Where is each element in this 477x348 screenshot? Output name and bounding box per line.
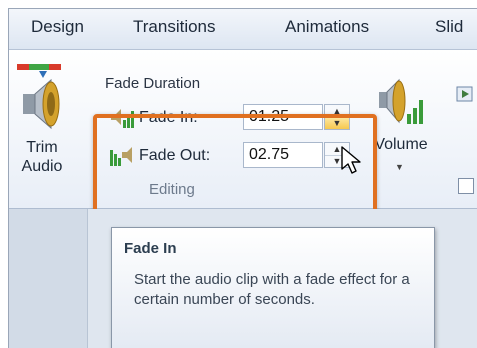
volume-label: Volume xyxy=(374,136,428,153)
trim-audio-icon xyxy=(17,64,61,130)
fade-duration-heading: Fade Duration xyxy=(105,75,201,92)
volume-icon xyxy=(379,78,423,124)
tab-design[interactable]: Design xyxy=(31,17,84,37)
tab-transitions[interactable]: Transitions xyxy=(133,17,216,37)
tab-slide-show[interactable]: Slid xyxy=(435,17,463,37)
tooltip-body: Start the audio clip with a fade effect … xyxy=(134,271,410,308)
mouse-pointer-icon xyxy=(341,146,361,174)
tab-animations[interactable]: Animations xyxy=(285,17,369,37)
tooltip-title: Fade In xyxy=(124,240,177,257)
playback-option-checkbox[interactable] xyxy=(458,178,474,194)
playback-option-icon xyxy=(456,86,473,102)
ribbon-panel: Trim Audio Fade Duration Fade In: 01.25 … xyxy=(9,50,477,236)
volume-button[interactable]: Volume ▼ xyxy=(373,64,429,214)
ribbon-tab-bar: Design Transitions Animations Slid xyxy=(9,9,477,50)
slide-thumbnail-pane xyxy=(9,209,88,348)
trim-audio-button[interactable]: Trim Audio xyxy=(11,54,73,184)
volume-dropdown-icon: ▼ xyxy=(395,162,404,172)
trim-audio-label: Trim Audio xyxy=(21,139,63,175)
powerpoint-window: Design Transitions Animations Slid Trim … xyxy=(8,8,477,348)
fade-in-tooltip: Fade In Start the audio clip with a fade… xyxy=(111,227,435,348)
